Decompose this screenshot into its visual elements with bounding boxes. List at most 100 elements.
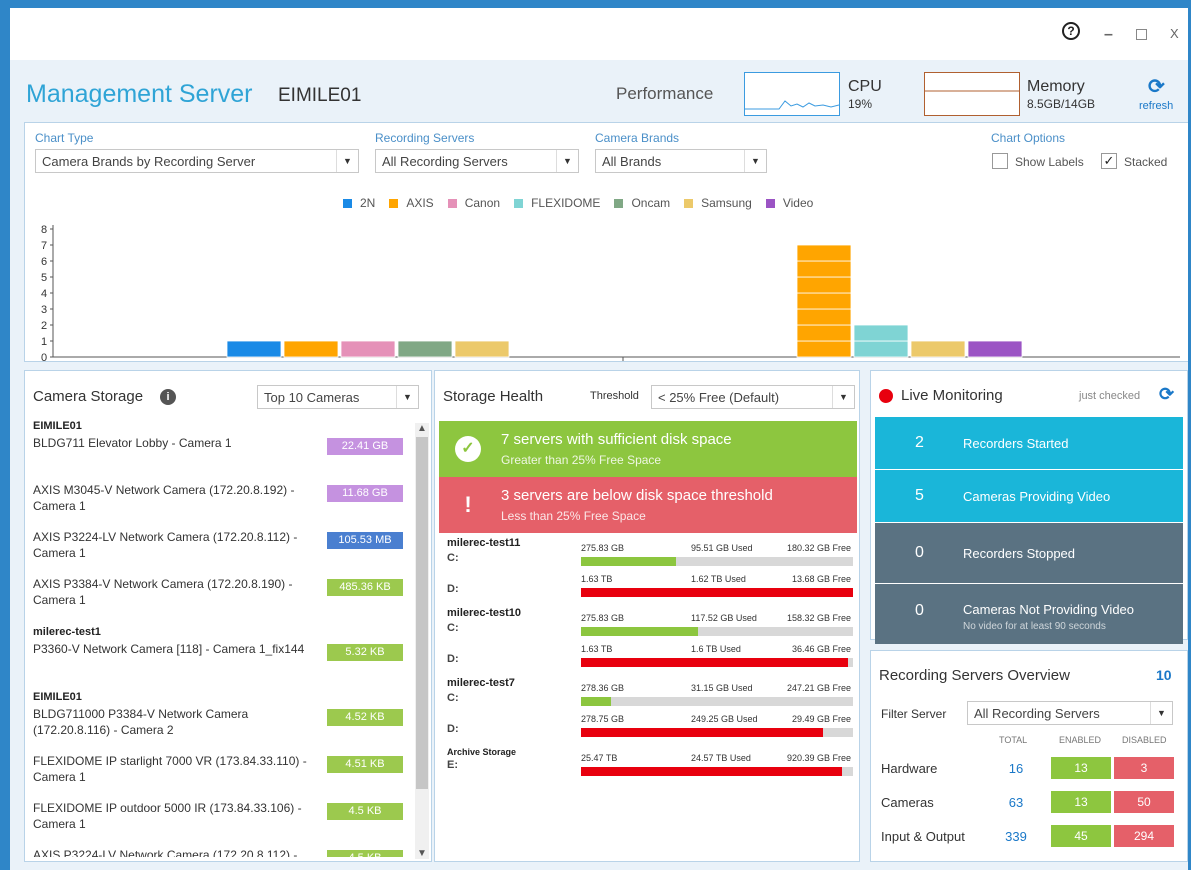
legend-label: AXIS — [406, 196, 434, 210]
camera-row[interactable]: FLEXIDOME IP outdoor 5000 IR (173.84.33.… — [33, 800, 411, 836]
refresh-button[interactable]: refresh — [1139, 100, 1173, 112]
recording-servers-select[interactable]: All Recording Servers ▼ — [375, 149, 579, 173]
rso-enabled-cell[interactable]: 13 — [1051, 791, 1111, 813]
refresh-icon[interactable]: ⟳ — [1159, 384, 1174, 405]
legend-item[interactable]: Canon — [447, 196, 500, 210]
filter-server-select[interactable]: All Recording Servers ▼ — [967, 701, 1173, 725]
drive-free: 36.46 GB Free — [791, 644, 851, 654]
camera-size-badge: 4.51 KB — [327, 756, 403, 773]
camera-row[interactable]: AXIS P3224-LV Network Camera (172.20.8.1… — [33, 529, 411, 565]
rso-total-value[interactable]: 63 — [991, 795, 1041, 810]
legend-item[interactable]: FLEXIDOME — [514, 196, 600, 210]
recording-servers-overview-panel: Recording Servers Overview 10 Filter Ser… — [870, 650, 1188, 862]
scroll-thumb[interactable] — [416, 437, 428, 789]
drive-letter: C: — [447, 622, 459, 634]
camera-size-badge: 105.53 MB — [327, 532, 403, 549]
threshold-value: < 25% Free (Default) — [658, 390, 780, 405]
camera-row[interactable]: P3360-V Network Camera [118] - Camera 1_… — [33, 641, 411, 677]
camera-row[interactable]: BLDG711000 P3384-V Network Camera (172.2… — [33, 706, 411, 742]
threshold-select[interactable]: < 25% Free (Default) ▼ — [651, 385, 855, 409]
drive-usage-bar[interactable]: 278.36 GB 31.15 GB Used 247.21 GB Free — [581, 683, 853, 706]
legend-item[interactable]: 2N — [343, 196, 375, 210]
camera-row[interactable]: FLEXIDOME IP starlight 7000 VR (173.84.3… — [33, 753, 411, 789]
legend-item[interactable]: AXIS — [389, 196, 434, 210]
refresh-icon[interactable]: ⟳ — [1148, 74, 1165, 99]
legend-swatch — [343, 198, 352, 208]
camera-row[interactable]: AXIS M3045-V Network Camera (172.20.8.19… — [33, 482, 411, 518]
header: Management Server EIMILE01 Performance C… — [10, 60, 1188, 122]
low-space-banner[interactable]: ! 3 servers are below disk space thresho… — [439, 477, 857, 533]
info-icon[interactable]: i — [160, 389, 176, 405]
storage-health-title: Storage Health — [443, 388, 544, 405]
chart-options-label: Chart Options — [991, 131, 1066, 145]
rso-enabled-cell[interactable]: 13 — [1051, 757, 1111, 779]
bar-segment — [967, 340, 1023, 358]
drive-usage-bar[interactable]: 275.83 GB 117.52 GB Used 158.32 GB Free — [581, 613, 853, 636]
live-tile[interactable]: 5 Cameras Providing Video — [875, 470, 1183, 522]
scroll-up-icon[interactable]: ▲ — [417, 423, 427, 434]
rso-enabled-cell[interactable]: 45 — [1051, 825, 1111, 847]
live-tile[interactable]: 2 Recorders Started — [875, 417, 1183, 469]
drive-usage-numbers: 275.83 GB 117.52 GB Used 158.32 GB Free — [581, 613, 853, 625]
drive-usage-track — [581, 767, 853, 776]
legend-item[interactable]: Samsung — [684, 196, 752, 210]
y-tick-label: 4 — [41, 288, 47, 300]
drive-usage-numbers: 1.63 TB 1.6 TB Used 36.46 GB Free — [581, 644, 853, 656]
storage-server-name: milerec-test11 — [447, 537, 521, 549]
camera-row[interactable]: BLDG711 Elevator Lobby - Camera 1 22.41 G… — [33, 435, 411, 471]
camera-name: AXIS P3224-LV Network Camera (172.20.8.1… — [33, 848, 298, 857]
live-tile-sublabel: No video for at least 90 seconds — [963, 621, 1106, 632]
rso-total-value[interactable]: 339 — [991, 829, 1041, 844]
sufficient-space-banner[interactable]: ✓ 7 servers with sufficient disk space G… — [439, 421, 857, 477]
sufficient-space-subtitle: Greater than 25% Free Space — [501, 453, 662, 467]
drive-usage-bar[interactable]: 1.63 TB 1.6 TB Used 36.46 GB Free — [581, 644, 853, 667]
camera-list-scrollbar[interactable]: ▲ ▼ — [415, 423, 429, 859]
legend-item[interactable]: Oncam — [614, 196, 670, 210]
stacked-checkbox[interactable]: ✓ — [1101, 153, 1117, 169]
camera-row[interactable]: AXIS P3384-V Network Camera (172.20.8.19… — [33, 576, 411, 612]
rso-disabled-cell[interactable]: 3 — [1114, 757, 1174, 779]
bar-segment — [397, 340, 453, 358]
rso-disabled-cell[interactable]: 50 — [1114, 791, 1174, 813]
memory-sparkline — [924, 72, 1020, 116]
live-tile[interactable]: 0 Cameras Not Providing Video No video for… — [875, 584, 1183, 644]
live-tile[interactable]: 0 Recorders Stopped — [875, 523, 1183, 583]
drive-free: 158.32 GB Free — [786, 613, 851, 623]
minimize-icon[interactable]: – — [1104, 26, 1113, 44]
drive-usage-fill — [581, 697, 611, 706]
drive-usage-bar[interactable]: 1.63 TB 1.62 TB Used 13.68 GB Free — [581, 574, 853, 597]
scroll-down-icon[interactable]: ▼ — [417, 848, 427, 859]
recording-servers-value: All Recording Servers — [382, 154, 508, 169]
rso-total-value[interactable]: 16 — [991, 761, 1041, 776]
drive-usage-bar[interactable]: 275.83 GB 95.51 GB Used 180.32 GB Free — [581, 543, 853, 566]
rso-row-label: Hardware — [881, 761, 938, 776]
camera-brands-select[interactable]: All Brands ▼ — [595, 149, 767, 173]
help-icon[interactable]: ? — [1062, 22, 1080, 40]
show-labels-checkbox[interactable] — [992, 153, 1008, 169]
bar-segment — [454, 340, 510, 358]
drive-letter: D: — [447, 653, 459, 665]
col-total: TOTAL — [999, 735, 1028, 745]
drive-usage-bar[interactable]: 278.75 GB 249.25 GB Used 29.49 GB Free — [581, 714, 853, 737]
rso-disabled-cell[interactable]: 294 — [1114, 825, 1174, 847]
rso-count: 10 — [1156, 667, 1172, 683]
top-cameras-select[interactable]: Top 10 Cameras ▼ — [257, 385, 419, 409]
camera-row[interactable]: AXIS P3224-LV Network Camera (172.20.8.1… — [33, 847, 411, 857]
drive-usage-bar[interactable]: 25.47 TB 24.57 TB Used 920.39 GB Free — [581, 753, 853, 776]
drive-total: 275.83 GB — [581, 543, 625, 553]
bar-segment — [796, 308, 852, 326]
threshold-label: Threshold — [590, 390, 639, 402]
legend-item[interactable]: Video — [765, 196, 813, 210]
drive-usage-fill — [581, 658, 848, 667]
maximize-icon[interactable] — [1136, 29, 1147, 40]
live-dot-icon — [879, 389, 893, 403]
drive-usage-numbers: 25.47 TB 24.57 TB Used 920.39 GB Free — [581, 753, 853, 765]
chart-type-select[interactable]: Camera Brands by Recording Server ▼ — [35, 149, 359, 173]
drive-used: 95.51 GB Used — [691, 543, 753, 553]
drive-letter: D: — [447, 583, 459, 595]
camera-name: AXIS M3045-V Network Camera (172.20.8.19… — [33, 483, 295, 513]
drive-used: 1.6 TB Used — [691, 644, 741, 654]
drive-usage-fill — [581, 627, 698, 636]
legend-swatch — [447, 198, 457, 208]
close-icon[interactable]: X — [1170, 26, 1179, 41]
